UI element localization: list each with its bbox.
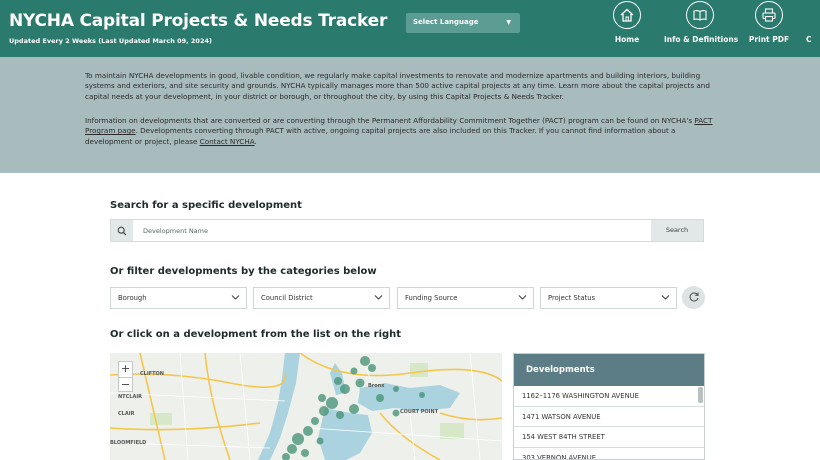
nav-contact[interactable]: C [806,0,820,57]
development-list-item[interactable]: 1162–1176 WASHINGTON AVENUE [514,386,704,407]
project-status-select-label: Project Status [548,294,596,302]
borough-select[interactable]: Borough [110,287,247,309]
nav-home-label: Home [614,35,640,44]
chevron-down-icon [518,293,527,303]
development-list-item[interactable]: 154 WEST 84TH STREET [514,427,704,448]
developments-heading: Developments [514,354,704,386]
developments-panel: Developments 1162–1176 WASHINGTON AVENUE… [513,353,705,460]
developments-map[interactable]: CLIFTON NTCLAIR CLAIR BLOOMFIELD Bronx C… [110,353,502,460]
map-label: CLIFTON [140,371,164,377]
map-tiles [110,353,502,460]
book-icon [686,1,714,29]
top-header: NYCHA Capital Projects & Needs Tracker U… [0,0,820,57]
map-label: NTCLAIR [118,394,143,400]
nav-print-pdf[interactable]: Print PDF [746,0,792,57]
borough-select-label: Borough [118,294,147,302]
reset-icon [688,288,700,307]
last-updated-text: Updated Every 2 Weeks (Last Updated Marc… [9,37,212,45]
chevron-down-icon [374,293,383,303]
nav-print-pdf-label: Print PDF [748,35,790,44]
intro-pact-paragraph: Information on developments that are con… [85,116,725,147]
nav-home[interactable]: Home [604,0,650,57]
funding-source-select-label: Funding Source [405,294,458,302]
printer-icon [755,1,783,29]
search-icon [111,220,133,241]
contact-nycha-link[interactable]: Contact NYCHA [200,137,255,146]
home-icon [613,1,641,29]
development-list-item[interactable]: 1471 WATSON AVENUE [514,407,704,427]
map-heading: Or click on a development from the list … [110,329,402,340]
chevron-down-icon [231,293,240,303]
development-name-input[interactable] [133,220,653,241]
zoom-out-button[interactable]: − [119,377,132,392]
page-title: NYCHA Capital Projects & Needs Tracker [9,11,388,31]
chevron-down-icon [661,293,670,303]
search-heading: Search for a specific development [110,200,302,211]
map-label: COURT POINT [400,409,439,415]
caret-down-icon: ▼ [506,19,511,26]
intro-section: To maintain NYCHA developments in good, … [0,57,820,173]
search-bar: Search [110,219,704,242]
page: NYCHA Capital Projects & Needs Tracker U… [0,0,820,460]
council-district-select[interactable]: Council District [253,287,390,309]
project-status-select[interactable]: Project Status [540,287,677,309]
intro-paragraph: To maintain NYCHA developments in good, … [85,71,710,101]
zoom-in-button[interactable]: + [119,362,132,377]
intro-pact-text-3: . [254,136,257,146]
development-list-item[interactable]: 303 VERNON AVENUE [514,448,704,460]
search-button[interactable]: Search [651,220,703,241]
map-label: BLOOMFIELD [110,440,147,446]
language-select[interactable]: Select Language ▼ [406,13,520,33]
nav-info-definitions-label: Info & Definitions [664,35,739,44]
map-label: CLAIR [118,411,135,417]
map-label: Bronx [368,383,385,389]
list-scrollbar[interactable] [698,387,703,403]
funding-source-select[interactable]: Funding Source [397,287,534,309]
council-district-select-label: Council District [261,294,313,302]
nav-info-definitions[interactable]: Info & Definitions [664,0,739,57]
reset-filters-button[interactable] [682,286,705,309]
language-select-label: Select Language [413,18,479,26]
map-zoom-control: + − [118,361,133,392]
filter-heading: Or filter developments by the categories… [110,266,377,277]
intro-pact-text-2: . Developments converting through PACT w… [85,126,676,146]
nav-contact-label: C [806,35,812,44]
intro-pact-text: Information on developments that are con… [85,116,695,125]
